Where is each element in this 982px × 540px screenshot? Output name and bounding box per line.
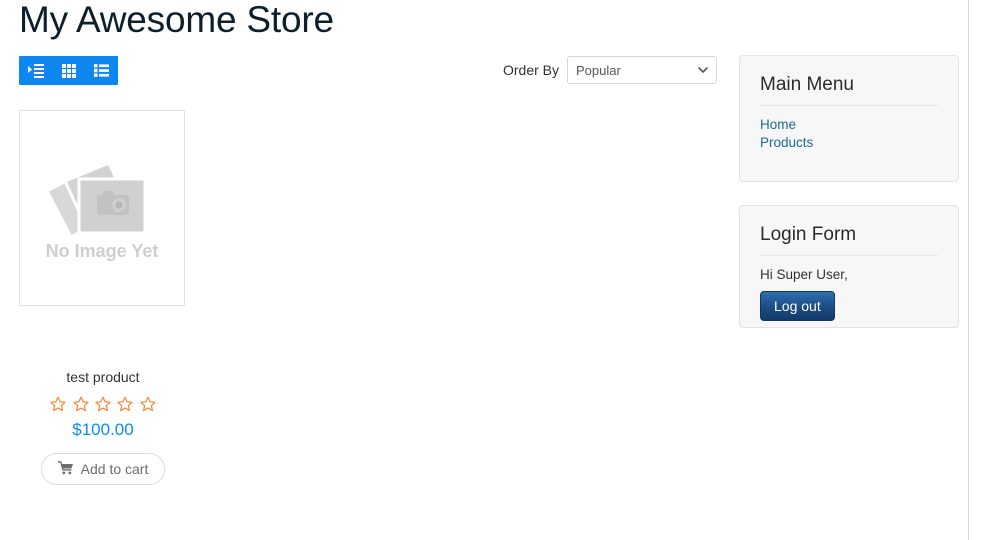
module-main-menu: Main Menu Home Products xyxy=(739,55,959,182)
store-page: My Awesome Store Order By Popular No Ima… xyxy=(0,0,969,540)
shopping-cart-icon xyxy=(57,461,74,477)
module-title: Main Menu xyxy=(760,74,938,106)
no-image-text: No Image Yet xyxy=(46,241,159,261)
product-card[interactable]: No Image Yet test product $100.00 Add to… xyxy=(19,110,187,485)
add-to-cart-button[interactable]: Add to cart xyxy=(40,453,166,485)
no-image-placeholder-icon: No Image Yet xyxy=(44,161,159,261)
menu-link-products[interactable]: Products xyxy=(760,135,813,150)
main-menu-list: Home Products xyxy=(760,116,938,152)
product-name[interactable]: test product xyxy=(19,368,187,386)
star-icon[interactable] xyxy=(50,396,66,412)
order-by-control: Order By Popular xyxy=(503,56,718,84)
view-list-button[interactable] xyxy=(85,56,118,85)
menu-item-home[interactable]: Home xyxy=(760,116,938,134)
view-grid-button[interactable] xyxy=(52,56,85,85)
add-to-cart-row: Add to cart xyxy=(19,453,187,485)
star-icon[interactable] xyxy=(140,396,156,412)
indent-icon xyxy=(27,63,44,78)
view-mode-toggle[interactable] xyxy=(19,56,118,85)
star-icon[interactable] xyxy=(72,396,89,412)
login-greeting: Hi Super User, xyxy=(760,267,848,282)
product-rating[interactable] xyxy=(19,396,187,412)
module-login-form: Login Form Hi Super User, Log out xyxy=(739,205,959,328)
module-title: Login Form xyxy=(760,224,938,256)
order-by-select-wrapper: Popular xyxy=(567,56,718,84)
page-title: My Awesome Store xyxy=(19,0,334,40)
menu-link-home[interactable]: Home xyxy=(760,117,796,132)
add-to-cart-label: Add to cart xyxy=(80,461,149,477)
grid-icon xyxy=(61,63,76,78)
sidebar: Main Menu Home Products Login Form Hi Su… xyxy=(739,55,959,351)
order-by-label: Order By xyxy=(503,62,560,78)
logout-button[interactable]: Log out xyxy=(760,291,835,321)
product-price: $100.00 xyxy=(72,420,134,439)
list-icon xyxy=(94,64,109,77)
view-detail-button[interactable] xyxy=(19,56,52,85)
order-by-select[interactable]: Popular xyxy=(567,56,718,84)
star-icon[interactable] xyxy=(95,396,111,412)
product-image[interactable]: No Image Yet xyxy=(19,110,185,306)
menu-item-products[interactable]: Products xyxy=(760,134,938,152)
star-icon[interactable] xyxy=(117,396,134,412)
